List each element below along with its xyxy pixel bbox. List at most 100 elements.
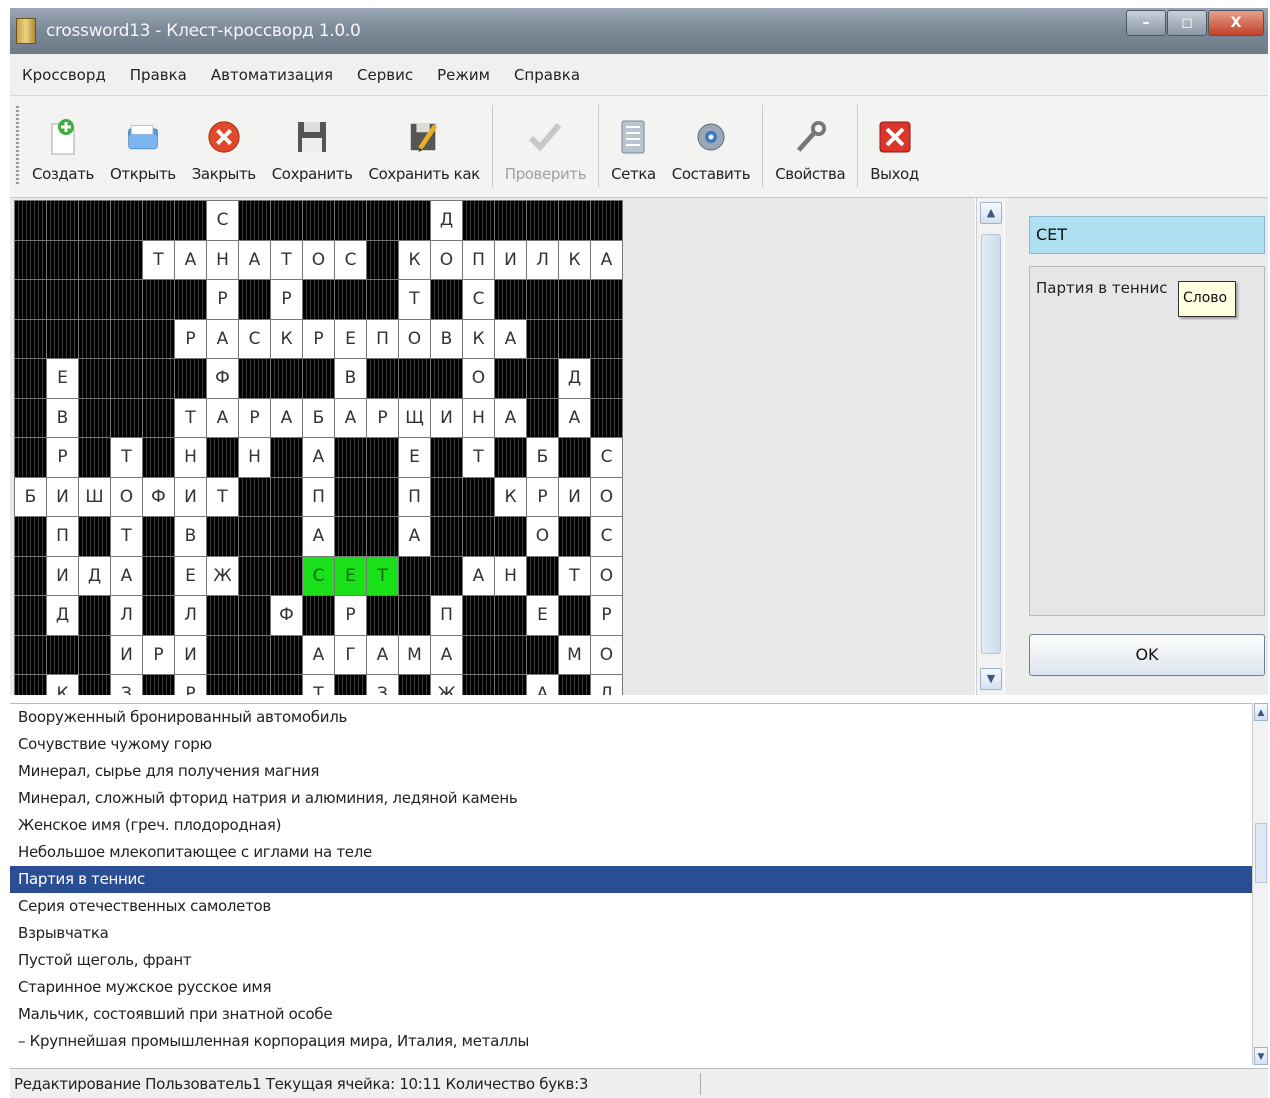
- grid-cell[interactable]: К: [559, 240, 590, 279]
- grid-cell[interactable]: И: [47, 556, 78, 595]
- grid-cell[interactable]: В: [431, 319, 462, 358]
- grid-button[interactable]: Сетка: [603, 97, 664, 197]
- grid-cell-black[interactable]: [79, 675, 110, 695]
- grid-cell[interactable]: Щ: [399, 398, 430, 437]
- close-window-button[interactable]: X: [1208, 10, 1264, 36]
- scrollbar-thumb[interactable]: [981, 234, 1001, 654]
- grid-cell-black[interactable]: [303, 359, 334, 398]
- grid-cell-black[interactable]: [15, 596, 46, 635]
- clue-list-item[interactable]: Пустой щеголь, франт: [10, 947, 1252, 974]
- grid-cell-black[interactable]: [79, 359, 110, 398]
- grid-cell-black[interactable]: [559, 517, 590, 556]
- grid-cell-black[interactable]: [527, 201, 558, 240]
- grid-cell-black[interactable]: [79, 438, 110, 477]
- grid-cell[interactable]: П: [463, 240, 494, 279]
- menu-edit[interactable]: Правка: [118, 66, 199, 84]
- grid-cell-black[interactable]: [271, 675, 302, 695]
- grid-cell[interactable]: Е: [335, 319, 366, 358]
- clue-list-item[interactable]: Минерал, сырье для получения магния: [10, 758, 1252, 785]
- grid-cell[interactable]: А: [303, 635, 334, 674]
- grid-cell[interactable]: А: [591, 240, 622, 279]
- exit-button[interactable]: Выход: [862, 97, 927, 197]
- grid-cell[interactable]: С: [335, 240, 366, 279]
- clue-list-item[interactable]: Серия отечественных самолетов: [10, 893, 1252, 920]
- grid-cell[interactable]: Т: [399, 280, 430, 319]
- save-as-button[interactable]: Сохранить как: [361, 97, 488, 197]
- grid-cell-black[interactable]: [239, 635, 270, 674]
- grid-cell[interactable]: А: [239, 240, 270, 279]
- scroll-up-icon[interactable]: ▲: [1254, 703, 1268, 721]
- grid-cell[interactable]: Е: [47, 359, 78, 398]
- grid-cell-black[interactable]: [303, 596, 334, 635]
- grid-cell[interactable]: Р: [175, 319, 206, 358]
- grid-cell-black[interactable]: [143, 201, 174, 240]
- grid-cell-black[interactable]: [79, 201, 110, 240]
- grid-cell[interactable]: К: [271, 319, 302, 358]
- grid-cell-black[interactable]: [111, 319, 142, 358]
- minimize-button[interactable]: –: [1126, 10, 1166, 36]
- grid-cell-black[interactable]: [527, 359, 558, 398]
- grid-cell[interactable]: Т: [143, 240, 174, 279]
- grid-cell[interactable]: Ф: [271, 596, 302, 635]
- grid-cell-black[interactable]: [271, 477, 302, 516]
- grid-cell-black[interactable]: [591, 280, 622, 319]
- grid-cell[interactable]: С: [463, 280, 494, 319]
- grid-cell-black[interactable]: [463, 675, 494, 695]
- grid-cell-black[interactable]: [399, 556, 430, 595]
- grid-cell-black[interactable]: [143, 359, 174, 398]
- clue-list-item[interactable]: Женское имя (греч. плодородная): [10, 812, 1252, 839]
- grid-cell-black[interactable]: [463, 596, 494, 635]
- grid-cell-black[interactable]: [367, 596, 398, 635]
- grid-cell[interactable]: Е: [335, 556, 366, 595]
- grid-cell[interactable]: Р: [527, 477, 558, 516]
- grid-cell[interactable]: О: [591, 635, 622, 674]
- grid-cell[interactable]: Т: [463, 438, 494, 477]
- grid-cell-black[interactable]: [143, 596, 174, 635]
- maximize-button[interactable]: ◻: [1167, 10, 1207, 36]
- grid-cell[interactable]: З: [111, 675, 142, 695]
- grid-cell[interactable]: Р: [143, 635, 174, 674]
- grid-cell[interactable]: И: [175, 635, 206, 674]
- clue-list-item[interactable]: Вооруженный бронированный автомобиль: [10, 704, 1252, 731]
- clue-list-item[interactable]: Небольшое млекопитающее с иглами на теле: [10, 839, 1252, 866]
- grid-cell[interactable]: Т: [175, 398, 206, 437]
- clue-list-item[interactable]: Минерал, сложный фторид натрия и алюмини…: [10, 785, 1252, 812]
- grid-cell-black[interactable]: [431, 359, 462, 398]
- grid-cell-black[interactable]: [239, 477, 270, 516]
- grid-cell-black[interactable]: [239, 280, 270, 319]
- grid-cell[interactable]: Т: [207, 477, 238, 516]
- crossword-grid[interactable]: СДТАНАТОСКОПИЛКАРРТСРАСКРЕПОВКАЕФВОДВТАР…: [14, 200, 623, 695]
- grid-cell-black[interactable]: [527, 635, 558, 674]
- toolbar-grip[interactable]: [16, 106, 19, 186]
- grid-cell-black[interactable]: [335, 675, 366, 695]
- grid-cell[interactable]: О: [463, 359, 494, 398]
- grid-cell[interactable]: Т: [303, 675, 334, 695]
- grid-cell-black[interactable]: [47, 635, 78, 674]
- grid-cell-black[interactable]: [207, 438, 238, 477]
- grid-cell[interactable]: А: [303, 438, 334, 477]
- grid-cell-black[interactable]: [15, 319, 46, 358]
- grid-cell[interactable]: А: [303, 517, 334, 556]
- menu-mode[interactable]: Режим: [425, 66, 502, 84]
- grid-cell[interactable]: К: [463, 319, 494, 358]
- grid-cell-black[interactable]: [335, 477, 366, 516]
- grid-cell-black[interactable]: [559, 438, 590, 477]
- grid-cell-black[interactable]: [495, 675, 526, 695]
- grid-cell-black[interactable]: [527, 280, 558, 319]
- menu-service[interactable]: Сервис: [345, 66, 425, 84]
- grid-cell[interactable]: И: [175, 477, 206, 516]
- grid-cell[interactable]: П: [47, 517, 78, 556]
- grid-cell[interactable]: Ш: [79, 477, 110, 516]
- grid-cell-black[interactable]: [143, 280, 174, 319]
- grid-cell-black[interactable]: [143, 556, 174, 595]
- grid-cell[interactable]: К: [495, 477, 526, 516]
- grid-cell[interactable]: А: [399, 517, 430, 556]
- grid-cell-black[interactable]: [271, 635, 302, 674]
- grid-cell[interactable]: Д: [79, 556, 110, 595]
- save-button[interactable]: Сохранить: [264, 97, 361, 197]
- grid-cell-black[interactable]: [143, 438, 174, 477]
- grid-cell[interactable]: А: [111, 556, 142, 595]
- grid-cell-black[interactable]: [431, 477, 462, 516]
- menu-crossword[interactable]: Кроссворд: [10, 66, 118, 84]
- grid-cell-black[interactable]: [47, 280, 78, 319]
